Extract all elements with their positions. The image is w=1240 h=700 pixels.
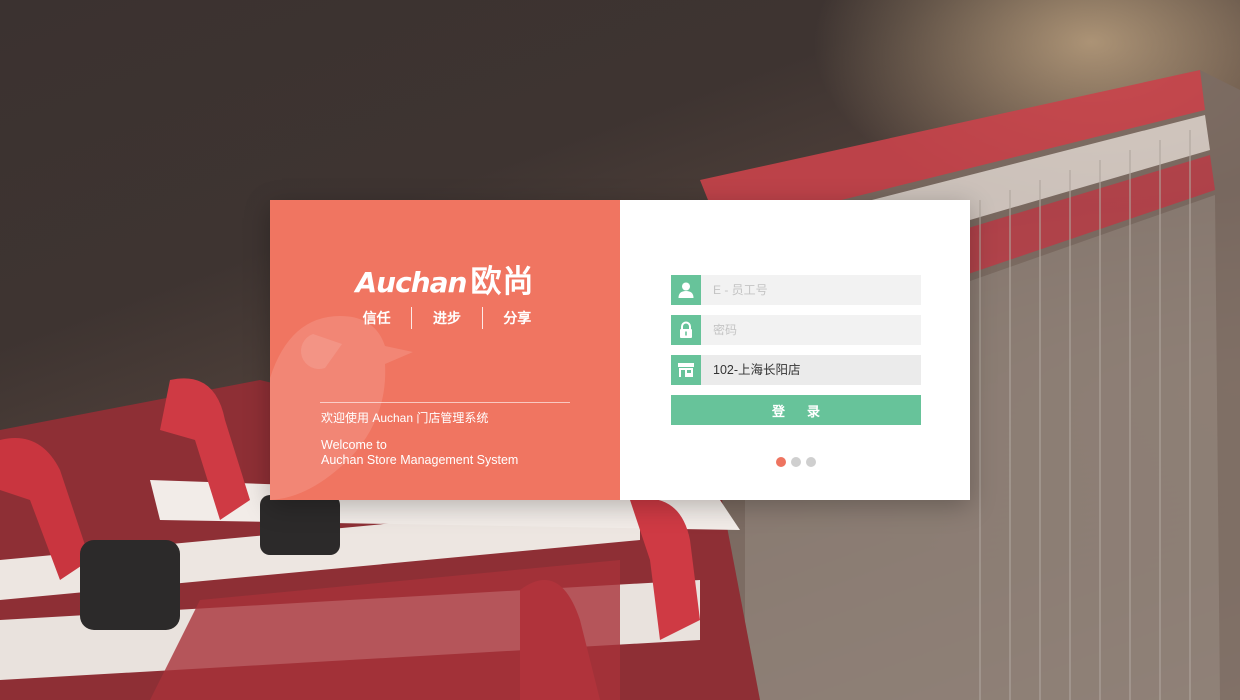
auchan-logo: Auchan 欧尚 xyxy=(270,256,620,301)
login-button[interactable]: 登录 xyxy=(671,395,921,425)
welcome-en-line-2: Auchan Store Management System xyxy=(321,453,519,467)
login-form-panel: 102-上海长阳店 登录 xyxy=(620,200,970,500)
carousel-indicator xyxy=(776,457,816,467)
carousel-dot-2[interactable] xyxy=(791,457,801,467)
brand-panel: Auchan 欧尚 信任 进步 分享 欢迎使用 Auchan 门店管理系统 Wel… xyxy=(270,200,620,500)
welcome-text-cn: 欢迎使用 Auchan 门店管理系统 xyxy=(321,411,489,425)
welcome-en-line-1: Welcome to xyxy=(321,438,387,452)
carousel-dot-1[interactable] xyxy=(776,457,786,467)
user-icon xyxy=(671,275,701,305)
motto-progress: 进步 xyxy=(432,310,461,326)
login-card: Auchan 欧尚 信任 进步 分享 欢迎使用 Auchan 门店管理系统 Wel… xyxy=(270,200,970,500)
store-select-field: 102-上海长阳店 xyxy=(671,355,921,385)
welcome-divider xyxy=(320,402,570,403)
brand-motto: 信任 进步 分享 xyxy=(342,306,552,330)
lock-icon xyxy=(671,315,701,345)
store-select[interactable]: 102-上海长阳店 xyxy=(701,355,921,385)
welcome-text-en: Welcome to Auchan Store Management Syste… xyxy=(321,438,518,468)
auchan-bird-watermark xyxy=(270,316,413,500)
password-input[interactable] xyxy=(701,315,921,345)
brand-name-cn: 欧尚 xyxy=(470,264,535,299)
brand-name-en: Auchan xyxy=(355,266,468,299)
password-field xyxy=(671,315,921,345)
carousel-dot-3[interactable] xyxy=(806,457,816,467)
employee-id-input[interactable] xyxy=(701,275,921,305)
motto-share: 分享 xyxy=(503,310,532,326)
employee-id-field xyxy=(671,275,921,305)
store-icon xyxy=(671,355,701,385)
motto-trust: 信任 xyxy=(362,310,391,326)
